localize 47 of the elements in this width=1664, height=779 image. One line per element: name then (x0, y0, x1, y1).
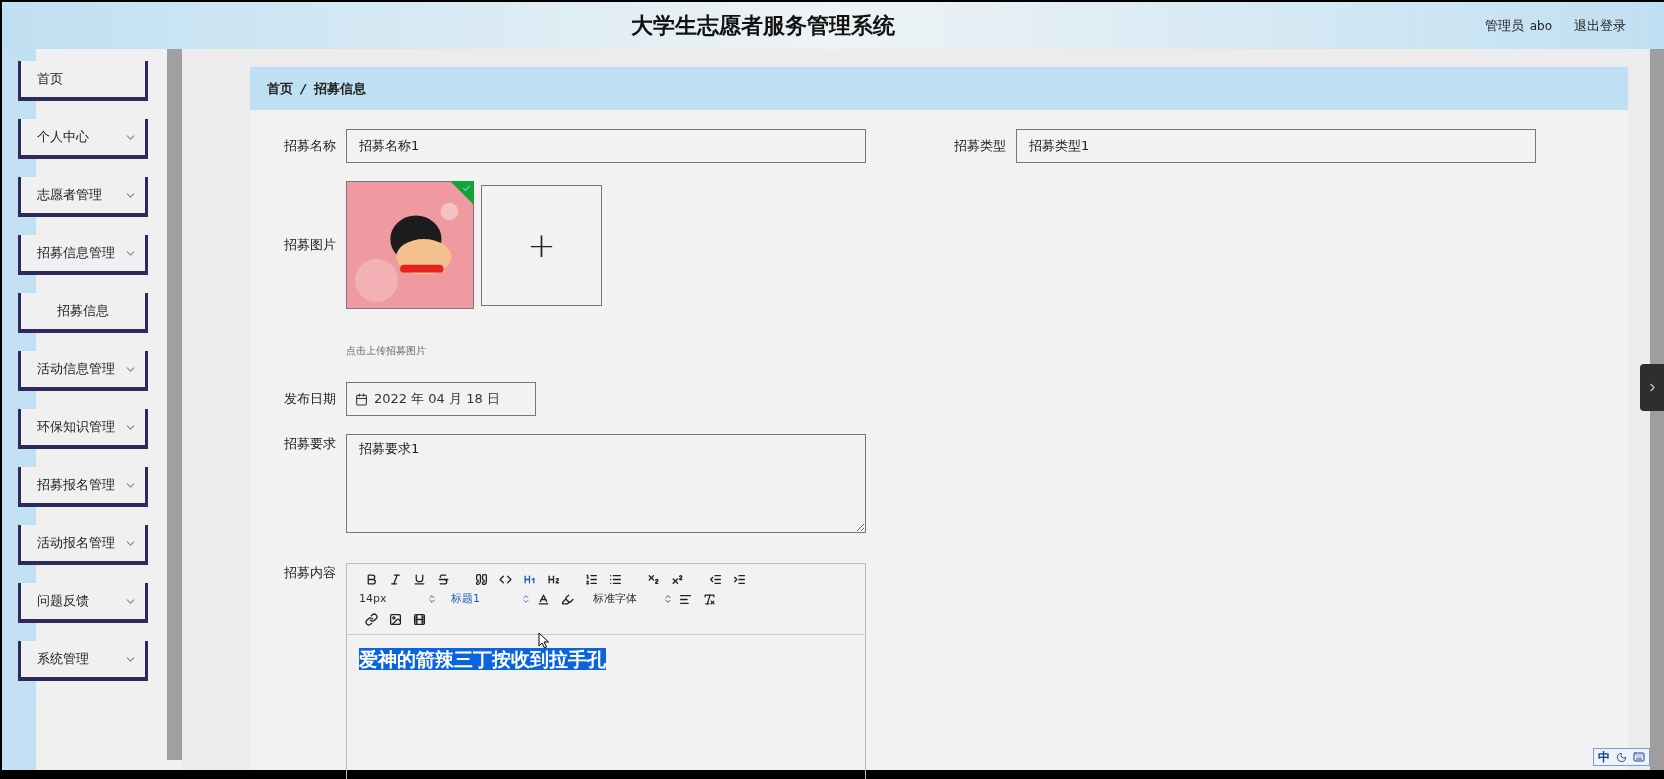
sidebar-item[interactable]: 活动报名管理 (18, 525, 148, 565)
requirement-field[interactable]: 招募要求1 (346, 434, 866, 533)
name-field[interactable]: 招募名称1 (346, 129, 866, 163)
sidebar-item[interactable]: 招募信息管理 (18, 235, 148, 275)
logout-link[interactable]: 退出登录 (1574, 15, 1626, 36)
calendar-icon (355, 392, 368, 406)
sidebar-item[interactable]: 问题反馈 (18, 583, 148, 623)
ime-mode[interactable]: 中 (1598, 748, 1610, 766)
sidebar-item[interactable]: 首页 (18, 61, 148, 101)
field-label: 招募内容 (283, 564, 337, 582)
keyboard-icon (1633, 751, 1645, 763)
breadcrumb-item[interactable]: 招募信息 (313, 78, 366, 99)
upload-hint: 点击上传招募图片 (346, 344, 426, 358)
cursor-icon (538, 632, 550, 649)
field-label: 招募名称 (283, 137, 337, 156)
app-title: 大学生志愿者服务管理系统 (631, 11, 896, 40)
up-down-arrows-icon (427, 594, 437, 604)
rich-text-editor[interactable]: 14px 标题1 标准字体 爱神的箭辣三丁按收到拉手孔 (346, 563, 866, 779)
field-label: 发布日期 (283, 390, 337, 409)
ime-toolbar[interactable]: 中 (1593, 748, 1650, 766)
breadcrumb-separator: / (301, 79, 306, 98)
sidebar-item[interactable]: 个人中心 (18, 119, 148, 159)
sidebar-item[interactable]: 招募报名管理 (18, 467, 148, 507)
breadcrumb-item[interactable]: 首页 (267, 78, 293, 99)
field-label: 招募图片 (283, 236, 337, 255)
add-image-button[interactable]: + (481, 184, 602, 306)
sidebar-item[interactable]: 环保知识管理 (18, 409, 148, 449)
user-role: 管理员 (1484, 16, 1524, 35)
up-down-arrows-icon (663, 594, 673, 604)
sidebar-item[interactable]: 志愿者管理 (18, 177, 148, 217)
type-field[interactable]: 招募类型1 (1016, 129, 1536, 163)
moon-icon (1616, 751, 1627, 763)
editor-content: 爱神的箭辣三丁按收到拉手孔 (359, 648, 606, 670)
scrollbar[interactable] (1650, 49, 1664, 770)
user-name: abo (1529, 17, 1552, 35)
side-panel-toggle[interactable] (1640, 364, 1664, 411)
scrollbar[interactable] (167, 49, 182, 760)
sidebar-item[interactable]: 招募信息 (18, 293, 148, 333)
field-label: 招募要求 (283, 435, 337, 453)
up-down-arrows-icon (521, 594, 531, 604)
sidebar-item[interactable]: 活动信息管理 (18, 351, 148, 391)
date-field[interactable]: 2022 年 04 月 18 日 (346, 382, 536, 416)
toolbar-select[interactable]: 14px (359, 590, 437, 608)
sidebar-item[interactable]: 系统管理 (18, 641, 148, 681)
toolbar-select[interactable]: 标题1 (451, 590, 531, 608)
field-label: 招募类型 (953, 137, 1007, 156)
toolbar-select[interactable]: 标准字体 (593, 590, 673, 608)
